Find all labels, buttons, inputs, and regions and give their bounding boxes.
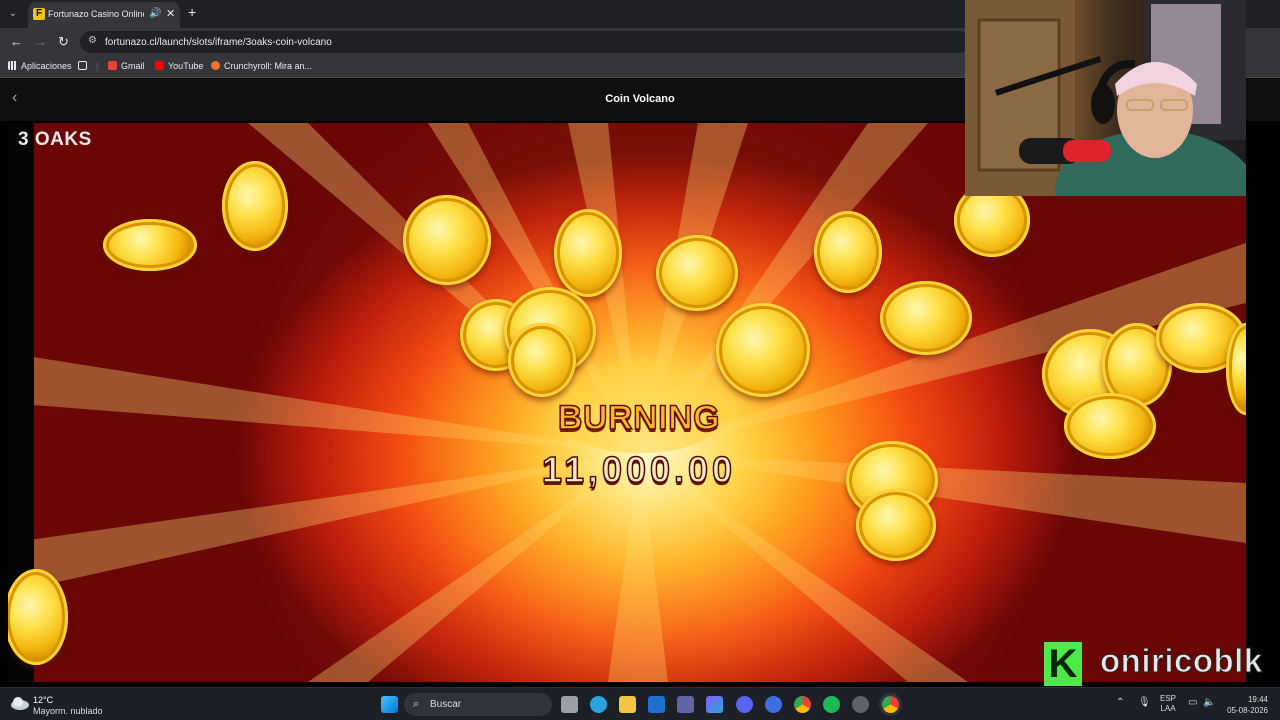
gold-coin xyxy=(656,235,738,311)
chrome-icon[interactable] xyxy=(794,696,811,713)
active-tab[interactable]: F Fortunazo Casino Online | T 🔊 ✕ xyxy=(28,2,180,28)
burning-banner: BURNING xyxy=(557,398,721,438)
speaker-icon[interactable]: 🔊 xyxy=(149,8,161,19)
bookmark-crunchyroll[interactable]: Crunchyroll: Mira an... xyxy=(211,61,312,71)
bookmark-gmail[interactable]: Gmail xyxy=(108,61,145,71)
bookmark-label: Crunchyroll: Mira an... xyxy=(224,61,313,71)
gold-coin xyxy=(508,323,576,397)
copilot-icon[interactable] xyxy=(706,696,723,713)
address-bar[interactable]: ⚙ fortunazo.cl/launch/slots/iframe/3oaks… xyxy=(80,31,970,53)
language-indicator[interactable]: ESP LAA xyxy=(1160,694,1176,714)
crunchyroll-icon xyxy=(211,61,220,70)
volume-icon[interactable]: 🔈 xyxy=(1203,697,1215,708)
grid-icon xyxy=(78,61,87,70)
right-letterbox xyxy=(1246,196,1280,682)
weather-description[interactable]: Mayorm. nublado xyxy=(33,706,103,716)
chrome-active-icon[interactable] xyxy=(882,696,899,713)
gold-coin xyxy=(554,209,622,297)
provider-logo: 3 OAKS xyxy=(18,129,92,150)
clock-time: 19:44 xyxy=(1247,695,1268,704)
reload-button[interactable]: ↻ xyxy=(58,34,69,50)
close-tab-icon[interactable]: ✕ xyxy=(166,7,175,20)
gold-coin xyxy=(880,281,972,355)
weather-temperature[interactable]: 12°C xyxy=(33,695,53,705)
channel-brand: K oniricoblk xyxy=(1044,640,1280,686)
forward-button[interactable]: → xyxy=(34,34,47,49)
gold-coin xyxy=(856,489,936,561)
game-canvas[interactable]: 3 OAKS BURNING 11,000.00 xyxy=(8,123,1246,682)
windows-taskbar: 12°C Mayorm. nublado ⌕ Buscar ⌃ 🎙 ESP LA… xyxy=(0,687,1280,720)
steam-icon[interactable] xyxy=(852,696,869,713)
url-text: fortunazo.cl/launch/slots/iframe/3oaks-c… xyxy=(105,37,332,48)
network-icon[interactable]: ▭ xyxy=(1188,697,1197,708)
gold-coin xyxy=(716,303,810,397)
channel-name: oniricoblk xyxy=(1100,642,1263,680)
win-amount: 11,000.00 xyxy=(541,448,737,491)
bookmark-separator: | xyxy=(96,61,99,71)
messenger-icon[interactable] xyxy=(765,696,782,713)
bookmark-label: Aplicaciones xyxy=(21,61,72,71)
lang-layout: LAA xyxy=(1160,704,1176,713)
tab-search-button[interactable]: ⌄ xyxy=(4,5,22,23)
outlook-icon[interactable] xyxy=(648,696,665,713)
clock-date: 05-08-2026 xyxy=(1227,706,1268,715)
edge-icon[interactable] xyxy=(590,696,607,713)
chevron-up-icon[interactable]: ⌃ xyxy=(1116,697,1124,708)
webcam-overlay xyxy=(965,0,1246,196)
task-view-icon[interactable] xyxy=(561,696,578,713)
gold-coin xyxy=(103,219,197,271)
windows-start-icon[interactable] xyxy=(381,696,398,713)
back-button[interactable]: ← xyxy=(10,34,23,49)
new-tab-button[interactable]: + xyxy=(188,4,196,20)
streamer-figure xyxy=(965,0,1246,196)
gold-coin xyxy=(403,195,491,285)
system-clock[interactable]: 19:44 05-08-2026 xyxy=(1222,694,1268,716)
bookmark-label: YouTube xyxy=(168,61,204,71)
kick-logo-icon: K xyxy=(1044,642,1082,686)
gold-coin xyxy=(222,161,288,251)
taskbar-search[interactable]: ⌕ Buscar xyxy=(404,693,552,716)
screen: ⌄ F Fortunazo Casino Online | T 🔊 ✕ + ← … xyxy=(0,0,1280,720)
microphone-icon[interactable]: 🎙 xyxy=(1138,697,1151,708)
bookmark-label: Gmail xyxy=(121,61,145,71)
site-info-icon[interactable]: ⚙ xyxy=(88,35,97,46)
bookmark-youtube[interactable]: YouTube xyxy=(155,61,203,71)
gmail-icon xyxy=(108,61,117,70)
discord-icon[interactable] xyxy=(736,696,753,713)
fortunazo-favicon-icon: F xyxy=(33,8,45,20)
tab-groups-icon[interactable] xyxy=(78,61,91,71)
search-placeholder: Buscar xyxy=(430,699,462,710)
file-explorer-icon[interactable] xyxy=(619,696,636,713)
apps-grid-icon xyxy=(8,61,17,70)
teams-icon[interactable] xyxy=(677,696,694,713)
gold-coin xyxy=(814,211,882,293)
lang-code: ESP xyxy=(1160,694,1177,703)
bookmark-aplicaciones[interactable]: Aplicaciones xyxy=(8,61,72,71)
tab-title: Fortunazo Casino Online | T xyxy=(48,9,144,19)
search-icon: ⌕ xyxy=(413,698,420,710)
spotify-icon[interactable] xyxy=(823,696,840,713)
youtube-icon xyxy=(155,61,164,70)
cloudy-weather-icon[interactable] xyxy=(10,695,30,711)
